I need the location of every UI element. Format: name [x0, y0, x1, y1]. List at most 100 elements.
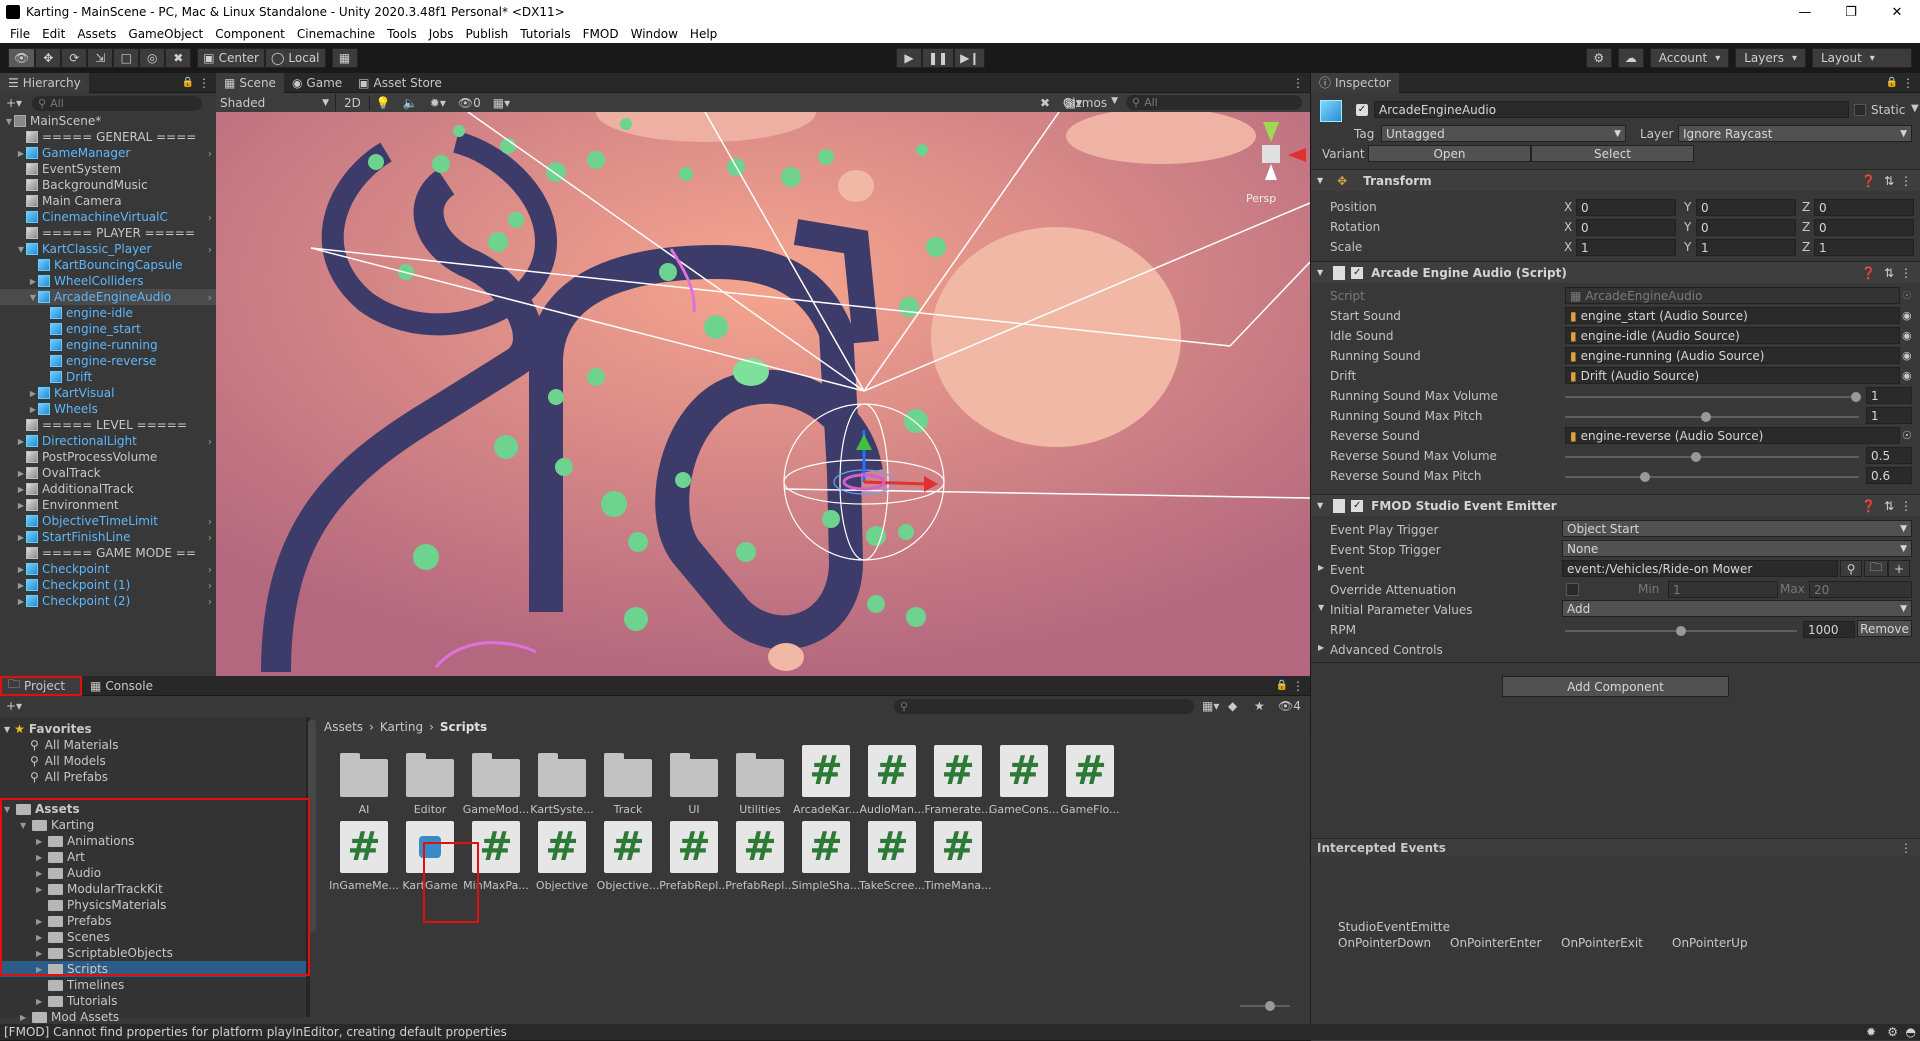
hierarchy-row[interactable]: ▼ KartClassic_Player › [0, 241, 216, 257]
scene-search-input[interactable]: ⚲ All [1126, 95, 1302, 110]
pivot-local-button[interactable]: ◯ Local [264, 48, 326, 68]
chevron-right-icon[interactable]: › [208, 243, 212, 256]
favorite-item[interactable]: ⚲ All Prefabs [30, 769, 108, 785]
chevron-down-icon[interactable]: ▼ [1911, 103, 1919, 114]
more-menu-icon[interactable]: ⋮ [1292, 76, 1304, 90]
object-picker-icon[interactable]: ☉ [1902, 429, 1912, 442]
more-menu-icon[interactable]: ⋮ [1900, 174, 1912, 188]
favorites-row[interactable]: ▼ ★ Favorites [4, 721, 92, 737]
hierarchy-row[interactable]: ===== GENERAL ==== [0, 129, 216, 145]
preset-icon[interactable]: ⇅ [1884, 174, 1894, 188]
status-message[interactable]: [FMOD] Cannot find properties for platfo… [4, 1025, 507, 1039]
component-enabled-checkbox[interactable]: ✓ [1351, 499, 1364, 512]
favorite-item[interactable]: ⚲ All Materials [30, 737, 119, 753]
object-picker-icon[interactable]: ◉ [1902, 309, 1912, 322]
chevron-right-icon[interactable]: › [208, 563, 212, 576]
folder-tree-item[interactable]: Timelines [0, 977, 306, 993]
menu-file[interactable]: File [4, 27, 36, 41]
help-icon[interactable]: ❓ [1861, 499, 1876, 513]
transform-header[interactable]: ▼ ✥ Transform ❓ ⇅ ⋮ [1311, 169, 1920, 191]
hierarchy-row[interactable]: ▼ ArcadeEngineAudio › [0, 289, 216, 305]
close-button[interactable]: ✕ [1874, 0, 1920, 24]
pause-button[interactable]: ❚❚ [922, 48, 955, 68]
reverse-max-pitch-slider[interactable] [1640, 472, 1650, 482]
hierarchy-row[interactable]: engine-running [0, 337, 216, 353]
rotate-tool-button[interactable]: ⟳ [61, 48, 88, 68]
menu-window[interactable]: Window [625, 27, 684, 41]
folder-asset[interactable]: Editor [394, 745, 466, 816]
transform-tool-button[interactable]: ◎ [139, 48, 166, 68]
script-asset[interactable]: # Objective [526, 821, 598, 892]
grid-snap-button[interactable]: ▦ [331, 48, 358, 68]
chevron-right-icon[interactable]: ▶ [28, 277, 38, 286]
folder-asset[interactable]: UI [658, 745, 730, 816]
more-menu-icon[interactable]: ⋮ [1900, 841, 1912, 855]
more-menu-icon[interactable]: ⋮ [1902, 76, 1914, 90]
chevron-right-icon[interactable]: ▶ [1318, 563, 1324, 572]
tag-dropdown[interactable]: Untagged ▼ [1381, 125, 1626, 142]
rect-tool-button[interactable]: □ [113, 48, 140, 68]
pivot-center-button[interactable]: ▣ Center [197, 48, 265, 68]
hierarchy-row[interactable]: ===== GAME MODE == [0, 545, 216, 561]
hierarchy-row[interactable]: ▶ Checkpoint (1) › [0, 577, 216, 593]
layer-dropdown[interactable]: Ignore Raycast ▼ [1678, 125, 1912, 142]
chevron-right-icon[interactable]: ▶ [36, 997, 48, 1006]
play-button[interactable]: ▶ [896, 48, 922, 68]
add-component-button[interactable]: Add Component [1502, 676, 1729, 697]
chevron-right-icon[interactable]: › [208, 435, 212, 448]
breadcrumb-scripts[interactable]: Scripts [440, 720, 487, 734]
filter-type-icon[interactable]: ▦▾ [1202, 699, 1219, 713]
hierarchy-row[interactable]: ▶ KartVisual [0, 385, 216, 401]
more-menu-icon[interactable]: ⋮ [1900, 499, 1912, 513]
running-max-volume-field[interactable]: 1 [1866, 387, 1912, 404]
preset-icon[interactable]: ⇅ [1884, 266, 1894, 280]
gizmos-dropdown[interactable]: Gizmos ▼ [1063, 96, 1118, 110]
favorite-item[interactable]: ⚲ All Models [30, 753, 106, 769]
script-asset[interactable]: # Objective... [592, 821, 664, 892]
breadcrumb-assets[interactable]: Assets [324, 720, 363, 734]
chevron-right-icon[interactable]: › [208, 211, 212, 224]
x-field[interactable]: 0 [1576, 219, 1676, 236]
script-asset[interactable]: # InGameMe... [328, 821, 400, 892]
menu-cinemachine[interactable]: Cinemachine [291, 27, 381, 41]
effects-icon[interactable]: ✹▾ [424, 96, 452, 110]
audio-ref-field[interactable]: ▮ engine_start (Audio Source) [1565, 307, 1900, 324]
lock-icon[interactable]: 🔒 [1886, 77, 1898, 88]
hierarchy-row[interactable]: ▶ GameManager › [0, 145, 216, 161]
chevron-right-icon[interactable]: ▶ [16, 565, 26, 574]
stop-trigger-dropdown[interactable]: None ▼ [1562, 540, 1912, 557]
y-field[interactable]: 0 [1696, 219, 1796, 236]
script-asset[interactable]: # PrefabRepl... [658, 821, 730, 892]
hierarchy-row[interactable]: engine-reverse [0, 353, 216, 369]
folder-tree-item[interactable]: ▶ Mod Assets [0, 1009, 306, 1025]
script-asset[interactable]: # TimeMana... [922, 821, 994, 892]
more-menu-icon[interactable]: ⋮ [1900, 266, 1912, 280]
hierarchy-row[interactable]: EventSystem [0, 161, 216, 177]
folder-tree-item[interactable]: ▶ Tutorials [0, 993, 306, 1009]
script-asset[interactable]: # AudioMan... [856, 745, 928, 816]
reverse-max-volume-slider[interactable] [1691, 452, 1701, 462]
reverse-max-volume-field[interactable]: 0.5 [1866, 447, 1912, 464]
z-field[interactable]: 1 [1814, 239, 1914, 256]
grid-icon[interactable]: ▦▾ [487, 96, 516, 110]
hierarchy-row[interactable]: engine_start [0, 321, 216, 337]
script-asset[interactable]: # TakeScree... [856, 821, 928, 892]
add-parameter-dropdown[interactable]: Add ▼ [1562, 600, 1912, 617]
menu-assets[interactable]: Assets [71, 27, 122, 41]
collab-button[interactable]: ⚙ [1585, 48, 1612, 68]
hierarchy-row[interactable]: ▶ Checkpoint (2) › [0, 593, 216, 609]
scale-tool-button[interactable]: ⇲ [87, 48, 114, 68]
lock-icon[interactable]: 🔒 [182, 77, 194, 88]
tab-project[interactable]: 🗀 Project [0, 675, 82, 696]
advanced-controls-label[interactable]: Advanced Controls [1330, 641, 1443, 659]
chevron-right-icon[interactable]: ▶ [16, 437, 26, 446]
hierarchy-row[interactable]: ▶ DirectionalLight › [0, 433, 216, 449]
menu-tools[interactable]: Tools [381, 27, 423, 41]
hierarchy-row[interactable]: ▶ OvalTrack [0, 465, 216, 481]
view-tool-button[interactable]: 👁 [8, 48, 36, 68]
help-icon[interactable]: ❓ [1861, 174, 1876, 188]
lock-icon[interactable]: 🔒 [1276, 680, 1288, 691]
open-button[interactable]: Open [1368, 145, 1531, 162]
menu-edit[interactable]: Edit [36, 27, 71, 41]
chevron-right-icon[interactable]: › [208, 147, 212, 160]
